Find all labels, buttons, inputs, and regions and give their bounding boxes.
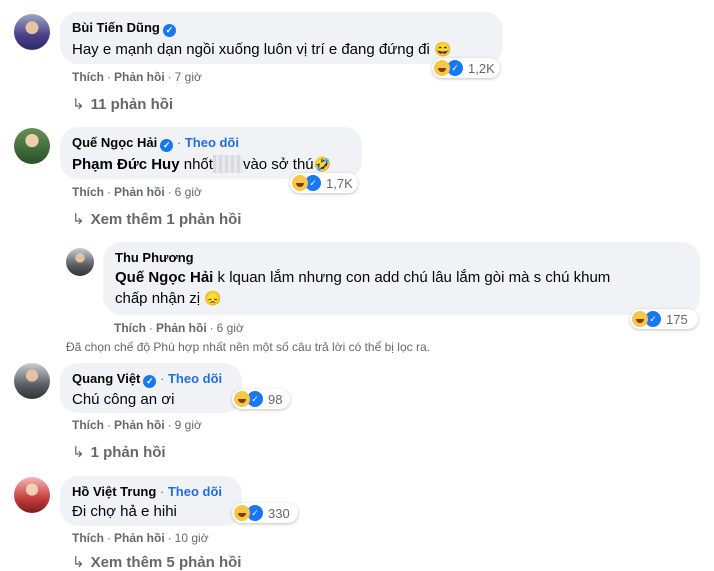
comment-actions: Thích · Phản hồi · 9 giờ bbox=[72, 418, 202, 432]
comment-actions: Thích · Phản hồi · 7 giờ bbox=[72, 70, 202, 84]
reply-button[interactable]: Phản hồi bbox=[114, 531, 165, 545]
view-replies-link[interactable]: ↳ Xem thêm 1 phản hồi bbox=[72, 210, 241, 228]
haha-reaction-icon bbox=[434, 60, 450, 76]
reply-button[interactable]: Phản hồi bbox=[114, 70, 165, 84]
haha-reaction-icon bbox=[292, 175, 308, 191]
comment-author[interactable]: Quế Ngọc Hải ✓ · Theo dõi bbox=[72, 135, 350, 152]
view-replies-link[interactable]: ↳ 11 phản hồi bbox=[72, 95, 173, 113]
like-button[interactable]: Thích bbox=[72, 70, 104, 84]
reply-arrow-icon: ↳ bbox=[72, 96, 85, 113]
like-button[interactable]: Thích bbox=[114, 321, 146, 335]
reply-button[interactable]: Phản hồi bbox=[114, 185, 165, 199]
reaction-count: 175 bbox=[666, 311, 688, 327]
reaction-summary[interactable]: ✓ 1,2K bbox=[432, 58, 500, 78]
haha-reaction-icon bbox=[234, 505, 250, 521]
comment-actions: Thích · Phản hồi · 6 giờ bbox=[72, 185, 202, 199]
reaction-summary[interactable]: ✓ 175 bbox=[630, 309, 698, 329]
comment-text: Quế Ngọc Hải k lquan lắm nhưng con add c… bbox=[115, 269, 611, 307]
view-replies-link[interactable]: ↳ Xem thêm 5 phản hồi bbox=[72, 553, 241, 571]
rofl-emoji-icon: 🤣 bbox=[313, 156, 332, 172]
mention-link[interactable]: Phạm Đức Huy bbox=[72, 156, 180, 173]
comment-author[interactable]: Thu Phương bbox=[115, 250, 688, 266]
reaction-count: 1,2K bbox=[468, 60, 495, 76]
reply-button[interactable]: Phản hồi bbox=[156, 321, 207, 335]
comment-time[interactable]: 6 giờ bbox=[217, 321, 244, 335]
reply-button[interactable]: Phản hồi bbox=[114, 418, 165, 432]
comment-time[interactable]: 6 giờ bbox=[175, 185, 202, 199]
reaction-count: 330 bbox=[268, 505, 290, 521]
follow-button[interactable]: Theo dõi bbox=[168, 484, 222, 499]
reaction-count: 98 bbox=[268, 391, 283, 407]
like-button[interactable]: Thích bbox=[72, 531, 104, 545]
view-replies-link[interactable]: ↳ 1 phản hồi bbox=[72, 443, 166, 461]
comment-bubble: Quang Việt ✓ · Theo dõi Chú công an ơi bbox=[60, 363, 242, 413]
comment-time[interactable]: 7 giờ bbox=[175, 70, 202, 84]
comment-text: Chú công an ơi bbox=[72, 391, 175, 408]
comment-time[interactable]: 9 giờ bbox=[175, 418, 202, 432]
mention-link[interactable]: Quế Ngọc Hải bbox=[115, 269, 213, 286]
comment-author[interactable]: Quang Việt ✓ · Theo dõi bbox=[72, 371, 230, 388]
sad-emoji-icon: 😞 bbox=[204, 290, 222, 306]
comment-actions: Thích · Phản hồi · 10 giờ bbox=[72, 531, 209, 545]
verified-icon: ✓ bbox=[160, 139, 174, 152]
avatar[interactable] bbox=[14, 128, 50, 164]
avatar[interactable] bbox=[66, 248, 94, 276]
follow-button[interactable]: Theo dõi bbox=[168, 371, 222, 386]
comment-author[interactable]: Hồ Việt Trung · Theo dõi bbox=[72, 484, 230, 500]
like-button[interactable]: Thích bbox=[72, 418, 104, 432]
reply-arrow-icon: ↳ bbox=[72, 444, 85, 461]
avatar[interactable] bbox=[14, 363, 50, 399]
blurred-text bbox=[212, 155, 243, 173]
reaction-summary[interactable]: ✓ 98 bbox=[232, 389, 290, 409]
comment-text: Hay e mạnh dạn ngồi xuống luôn vị trí e … bbox=[72, 41, 452, 58]
haha-reaction-icon bbox=[234, 391, 250, 407]
reaction-summary[interactable]: ✓ 1,7K bbox=[290, 173, 358, 193]
comment-bubble: Bùi Tiến Dũng ✓ Hay e mạnh dạn ngồi xuống… bbox=[60, 12, 503, 64]
verified-icon: ✓ bbox=[143, 375, 157, 388]
reply-arrow-icon: ↳ bbox=[72, 211, 85, 228]
follow-button[interactable]: Theo dõi bbox=[185, 135, 239, 150]
comment-text: Đi chợ hả e hihi bbox=[72, 503, 177, 520]
comment-author[interactable]: Bùi Tiến Dũng ✓ bbox=[72, 20, 491, 37]
haha-reaction-icon bbox=[632, 311, 648, 327]
comment-bubble: Hồ Việt Trung · Theo dõi Đi chợ hả e hih… bbox=[60, 476, 242, 526]
comment-text: Phạm Đức Huy nhốt vào sở thú🤣 bbox=[72, 155, 332, 173]
verified-icon: ✓ bbox=[162, 24, 176, 37]
grin-emoji-icon: 😄 bbox=[433, 41, 452, 57]
reaction-count: 1,7K bbox=[326, 175, 353, 191]
comment-actions: Thích · Phản hồi · 6 giờ bbox=[114, 321, 244, 335]
comment-bubble: Thu Phương Quế Ngọc Hải k lquan lắm nhưn… bbox=[103, 242, 700, 315]
comment-time[interactable]: 10 giờ bbox=[175, 531, 209, 545]
filter-notice: Đã chọn chế độ Phù hợp nhất nên một số c… bbox=[66, 340, 430, 354]
avatar[interactable] bbox=[14, 477, 50, 513]
avatar[interactable] bbox=[14, 14, 50, 50]
comment-bubble: Quế Ngọc Hải ✓ · Theo dõi Phạm Đức Huy nh… bbox=[60, 127, 362, 179]
like-button[interactable]: Thích bbox=[72, 185, 104, 199]
reaction-summary[interactable]: ✓ 330 bbox=[232, 503, 298, 523]
